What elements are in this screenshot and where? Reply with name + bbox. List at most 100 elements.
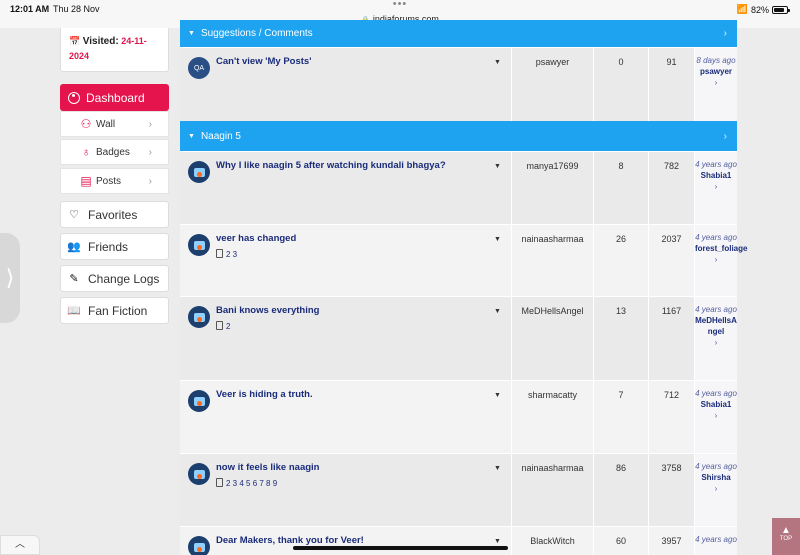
chevron-right-icon[interactable]: › — [695, 483, 737, 494]
last-post-by[interactable]: Shirsha — [695, 472, 737, 483]
topic-cell: now it feels like naagin 2 3 4 5 6 7 8 9… — [180, 454, 511, 526]
heart-icon: ♡ — [69, 209, 79, 221]
section-title: Naagin 5 — [200, 130, 241, 142]
sidebar-item-wall[interactable]: ⚇ Wall › — [60, 111, 169, 137]
sidebar-item-badges[interactable]: ♁ Badges › — [60, 139, 169, 165]
topic-replies: 8 — [593, 152, 648, 224]
topic-last-post[interactable]: 4 years ago MeDHellsAngel › — [694, 297, 737, 380]
last-post-by[interactable]: Shabia1 — [695, 170, 737, 181]
topic-avatar-icon — [188, 390, 210, 412]
caret-up-icon: ▲ — [781, 525, 791, 536]
topic-cell: QA Can't view 'My Posts' ▼ — [180, 48, 511, 121]
chevron-right-icon[interactable]: › — [695, 181, 737, 192]
topic-avatar-icon — [188, 536, 210, 555]
topic-dropdown-icon[interactable]: ▼ — [494, 465, 501, 472]
topic-pages[interactable]: 2 3 4 5 6 7 8 9 — [216, 478, 277, 488]
friends-button[interactable]: 👥 Friends — [60, 233, 169, 260]
topic-author[interactable]: sharmacatty — [511, 381, 593, 453]
topic-cell: Bani knows everything 2 ▼ — [180, 297, 511, 380]
topic-author[interactable]: manya17699 — [511, 152, 593, 224]
section-header-suggestions[interactable]: ▼ Suggestions / Comments › — [180, 20, 737, 47]
topic-views: 782 — [648, 152, 694, 224]
topic-last-post[interactable]: 4 years ago forest_foliage › — [694, 225, 747, 296]
last-post-ago: 8 days ago — [696, 56, 736, 65]
topic-author[interactable]: BlackWitch — [511, 527, 593, 555]
topic-title[interactable]: Can't view 'My Posts' — [216, 56, 311, 67]
tab-dots-icon[interactable]: ••• — [0, 0, 800, 10]
last-post-by[interactable]: Shabia1 — [695, 399, 737, 410]
topic-last-post[interactable]: 4 years ago Shirsha › — [694, 454, 737, 526]
topic-last-post[interactable]: 4 years ago — [694, 527, 737, 555]
topic-dropdown-icon[interactable]: ▼ — [494, 538, 501, 545]
home-indicator[interactable] — [293, 546, 508, 550]
topic-pages[interactable]: 2 3 — [216, 249, 237, 259]
topic-row[interactable]: now it feels like naagin 2 3 4 5 6 7 8 9… — [180, 453, 737, 526]
fan-fiction-button[interactable]: 📖 Fan Fiction — [60, 297, 169, 324]
topic-replies: 86 — [593, 454, 648, 526]
topic-dropdown-icon[interactable]: ▼ — [494, 392, 501, 399]
section-header-naagin-5[interactable]: ▼ Naagin 5 › — [180, 121, 737, 151]
topic-row[interactable]: QA Can't view 'My Posts' ▼ psawyer 0 91 … — [180, 47, 737, 121]
sidebar-handle[interactable]: ⟩ — [0, 233, 20, 323]
topic-dropdown-icon[interactable]: ▼ — [494, 308, 501, 315]
topic-last-post[interactable]: 4 years ago Shabia1 › — [694, 152, 737, 224]
topic-author[interactable]: psawyer — [511, 48, 593, 121]
visited-label: Visited: — [82, 36, 119, 47]
topic-row[interactable]: Bani knows everything 2 ▼ MeDHellsAngel … — [180, 296, 737, 380]
pages-icon — [216, 249, 223, 258]
chevron-right-icon[interactable]: › — [695, 254, 737, 265]
pages-icon — [216, 478, 223, 487]
last-post-by[interactable]: forest_foliage — [695, 243, 747, 254]
topic-pages[interactable]: 2 — [216, 321, 230, 331]
last-post-by[interactable]: MeDHellsAngel — [695, 315, 737, 337]
topic-author[interactable]: nainaasharmaa — [511, 225, 593, 296]
topic-replies: 13 — [593, 297, 648, 380]
topic-title[interactable]: Why I like naagin 5 after watching kunda… — [216, 160, 446, 171]
dashboard-button[interactable]: Dashboard — [60, 84, 169, 111]
topic-last-post[interactable]: 8 days ago psawyer › — [694, 48, 737, 121]
favorites-button[interactable]: ♡ Favorites — [60, 201, 169, 228]
chevron-right-icon[interactable]: › — [695, 337, 737, 348]
page-links[interactable]: 2 3 — [226, 250, 237, 259]
topic-title[interactable]: veer has changed — [216, 233, 296, 244]
topic-title[interactable]: now it feels like naagin — [216, 462, 319, 473]
topic-title[interactable]: Dear Makers, thank you for Veer! — [216, 535, 364, 546]
topic-title[interactable]: Bani knows everything — [216, 305, 319, 316]
sidebar-item-label: Badges — [96, 146, 130, 158]
chevron-up-icon[interactable]: ︿ — [0, 535, 40, 555]
scroll-top-button[interactable]: ▲ TOP — [772, 518, 800, 555]
sidebar-item-label: Wall — [96, 118, 116, 130]
chevron-right-icon[interactable]: › — [695, 77, 737, 88]
last-post-by[interactable]: psawyer — [695, 66, 737, 77]
topic-row[interactable]: Why I like naagin 5 after watching kunda… — [180, 151, 737, 224]
topic-dropdown-icon[interactable]: ▼ — [494, 163, 501, 170]
sidebar-item-posts[interactable]: ▤ Posts › — [60, 168, 169, 194]
calendar-icon: 📅 — [69, 36, 81, 46]
topic-row[interactable]: Veer is hiding a truth. ▼ sharmacatty 7 … — [180, 380, 737, 453]
chevron-right-icon: › — [148, 175, 152, 187]
last-post-ago: 4 years ago — [695, 305, 737, 314]
topic-replies: 7 — [593, 381, 648, 453]
fan-fiction-label: Fan Fiction — [88, 303, 148, 318]
topic-views: 1167 — [648, 297, 694, 380]
topic-row[interactable]: veer has changed 2 3 ▼ nainaasharmaa 26 … — [180, 224, 747, 296]
caret-down-icon: ▼ — [188, 30, 195, 37]
battery-fill — [774, 7, 784, 12]
change-logs-button[interactable]: ✎ Change Logs — [60, 265, 169, 292]
topic-author[interactable]: nainaasharmaa — [511, 454, 593, 526]
battery-percent: 82% — [750, 4, 769, 15]
topic-dropdown-icon[interactable]: ▼ — [494, 59, 501, 66]
topic-avatar-icon — [188, 463, 210, 485]
top-label: TOP — [779, 536, 793, 542]
topic-dropdown-icon[interactable]: ▼ — [494, 236, 501, 243]
page-links[interactable]: 2 3 4 5 6 7 8 9 — [226, 479, 277, 488]
topic-views: 2037 — [648, 225, 694, 296]
topic-title[interactable]: Veer is hiding a truth. — [216, 389, 313, 400]
chevron-right-icon[interactable]: › — [695, 410, 737, 421]
topic-last-post[interactable]: 4 years ago Shabia1 › — [694, 381, 737, 453]
dashboard-label: Dashboard — [86, 90, 145, 105]
topic-author[interactable]: MeDHellsAngel — [511, 297, 593, 380]
topic-row[interactable]: Dear Makers, thank you for Veer! ▼ Black… — [180, 526, 737, 555]
page-links[interactable]: 2 — [226, 322, 230, 331]
book-icon: 📖 — [67, 305, 81, 317]
